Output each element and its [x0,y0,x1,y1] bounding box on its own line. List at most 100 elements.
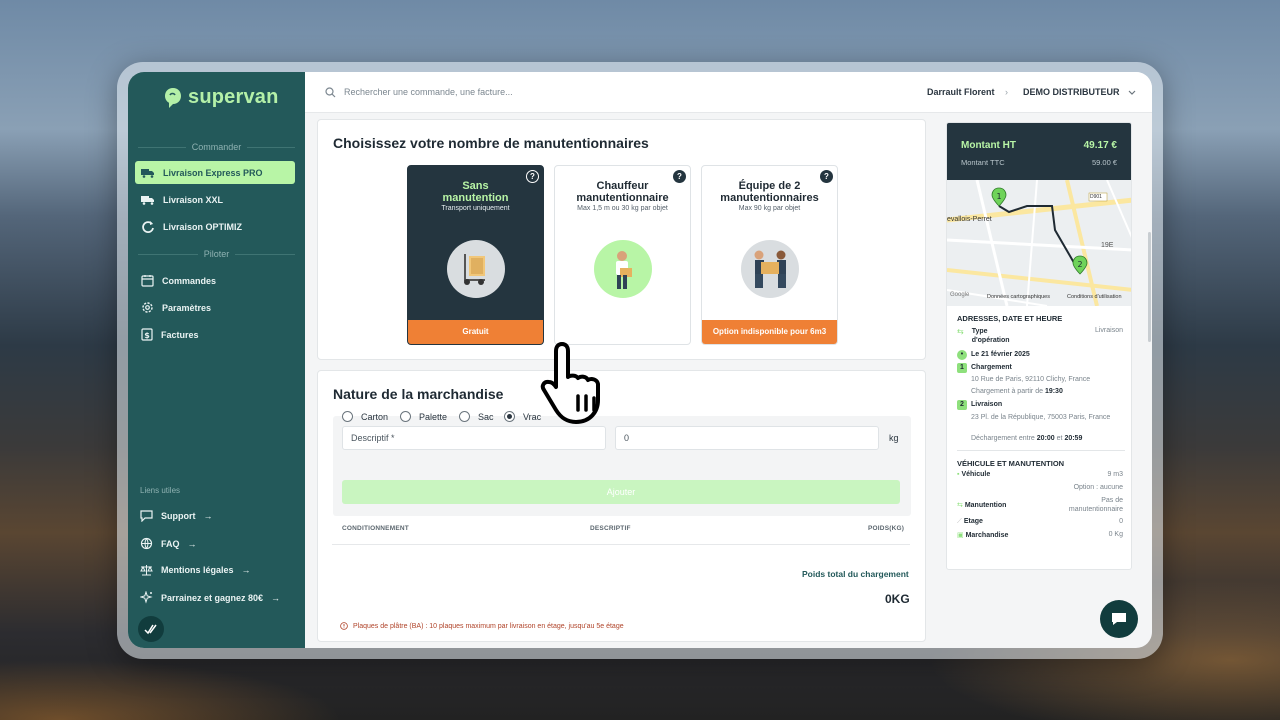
table-divider [332,544,910,545]
option-subtitle: Max 1,5 m ou 30 kg par objet [577,205,668,212]
warning-message: Plaques de plâtre (BA) : 10 plaques maxi… [340,622,624,630]
search-icon [325,86,336,97]
nav-label: Commandes [162,275,217,286]
arrow-right-icon: → [271,592,281,603]
driver-illustration [594,240,652,298]
option-unavailable: Option indisponible pour 6m3 [702,320,837,344]
person-carrying-box-icon [616,251,632,289]
nav-factures[interactable]: $ Factures [135,323,295,346]
chat-widget-button[interactable] [1100,600,1138,638]
search-input[interactable]: Rechercher une commande, une facture... [344,87,513,97]
handling-row: ⇆ Manutention Pas de manutentionnaire [957,497,1123,513]
radio-button[interactable] [342,411,353,422]
amount-ttc-value: 59.00 € [1091,158,1117,167]
radio-button-checked[interactable] [504,411,515,422]
map-label-road: D901 [1090,194,1102,200]
option-price: Gratuit [408,320,543,344]
topbar: Rechercher une commande, une facture... … [305,72,1152,113]
nav-livraison-optimiz[interactable]: Livraison OPTIMIZ [135,215,295,238]
goods-title: Nature de la marchandise [333,386,504,402]
map-marker-2: 2 [1077,260,1082,269]
delivery-address: 23 Pl. de la République, 75003 Paris, Fr… [971,414,1111,421]
link-support[interactable]: Support → [140,510,213,522]
nav-label: Livraison XXL [163,194,224,205]
truck-icon [141,168,154,178]
chevron-right-icon: › [1005,87,1008,97]
check-slash-icon [144,624,157,635]
radio-button[interactable] [459,411,470,422]
link-faq[interactable]: FAQ → [140,537,197,550]
weight-unit: kg [889,433,899,443]
section-piloter: Piloter [128,249,305,259]
col-conditionnement: CONDITIONNEMENT [342,525,409,532]
nav-commandes[interactable]: Commandes [135,269,295,292]
total-weight-value: 0KG [885,592,910,606]
panel-divider [957,450,1125,451]
app-window: supervan Commander Livraison Express PRO… [128,72,1152,648]
unloading-time: Déchargement entre 20:00 et 20:59 [971,435,1083,442]
arrow-right-icon: → [187,538,197,549]
chat-bubble-icon [1112,613,1126,625]
radio-sac[interactable]: Sac [459,411,494,422]
addresses-title: ADRESSES, DATE ET HEURE [957,314,1063,323]
clock-icon: • [957,350,967,360]
main-content: Rechercher une commande, une facture... … [305,72,1152,648]
option-equipe-2-manutentionnaires[interactable]: ? Équipe de 2 manutentionnaires Max 90 k… [701,165,838,345]
links-title: Liens utiles [140,486,181,495]
radio-button[interactable] [400,411,411,422]
map-terms-link[interactable]: Conditions d'utilisation [1067,294,1122,300]
step-1-badge: 1 [957,363,967,373]
truck-icon [141,195,154,205]
map-label-city: evallois-Perret [947,216,992,223]
amount-ht-label: Montant HT [961,140,1016,151]
amount-ht-value: 49.17 € [1083,140,1117,151]
descriptif-input[interactable]: Descriptif * [342,426,606,450]
map-data-link[interactable]: Données cartographiques [987,294,1050,300]
chevron-down-icon [1128,90,1135,95]
nav-livraison-express-pro[interactable]: Livraison Express PRO [135,161,295,184]
search-bar[interactable]: Rechercher une commande, une facture... [325,86,513,98]
vehicle-row: ▪ Véhicule 9 m3 [957,471,1123,478]
map-marker-1: 1 [996,192,1001,201]
loading-address: 10 Rue de Paris, 92110 Clichy, France [971,376,1091,383]
scrollbar[interactable] [1148,232,1151,342]
info-icon [340,622,348,630]
option-sans-manutention[interactable]: ? Sans manutention Transport uniquement … [407,165,544,345]
logo[interactable]: supervan [164,86,279,109]
vehicle-title: VÉHICULE ET MANUTENTION [957,459,1065,468]
calendar-icon [141,275,154,287]
route-map[interactable]: 1 2 evallois-Perret D901 19E Google Donn… [947,180,1131,306]
option-subtitle: Max 90 kg par objet [738,205,801,212]
nav-livraison-xxl[interactable]: Livraison XXL [135,188,295,211]
amount-ttc-label: Montant TTC [961,158,1005,167]
option-chauffeur-manutentionnaire[interactable]: ? Chauffeur manutentionnaire Max 1,5 m o… [554,165,691,345]
goods-row: ▣ Marchandise 0 Kg [957,531,1123,539]
nav-parametres[interactable]: Paramètres [135,296,295,319]
nav-label: Factures [161,329,199,340]
vehicle-icon: ▪ [957,471,960,478]
weight-input[interactable]: 0 [615,426,879,450]
invoice-icon: $ [141,328,153,341]
user-name[interactable]: Darrault Florent [927,87,995,97]
loading-time: Chargement à partir de 19:30 [971,388,1063,395]
summary-panel: Montant HT 49.17 € Montant TTC 59.00 € 1… [946,122,1132,570]
radio-palette[interactable]: Palette [400,411,447,422]
company-selector[interactable]: DEMO DISTRIBUTEUR [1023,87,1136,97]
box-icon: ▣ [957,532,964,539]
radio-carton[interactable]: Carton [342,411,388,422]
operation-icon: ⇆ [957,327,964,336]
link-mentions-legales[interactable]: Mentions légales → [140,564,251,576]
link-parrainage[interactable]: Parrainez et gagnez 80€ → [140,591,280,604]
radio-vrac[interactable]: Vrac [504,411,541,422]
loading-row: 1 Chargement [957,363,1123,373]
handling-icon: ⇆ [957,502,963,509]
hand-truck-illustration [447,240,505,298]
arrow-right-icon: → [203,511,213,521]
sidebar: supervan Commander Livraison Express PRO… [128,72,305,648]
handling-card: Choisissez votre nombre de manutentionna… [317,119,926,360]
nav-label: Livraison OPTIMIZ [163,221,243,232]
collapse-sidebar-button[interactable] [138,616,164,642]
nav-label: Paramètres [162,302,212,313]
chat-icon [140,510,153,522]
add-goods-button[interactable]: Ajouter [342,480,900,504]
